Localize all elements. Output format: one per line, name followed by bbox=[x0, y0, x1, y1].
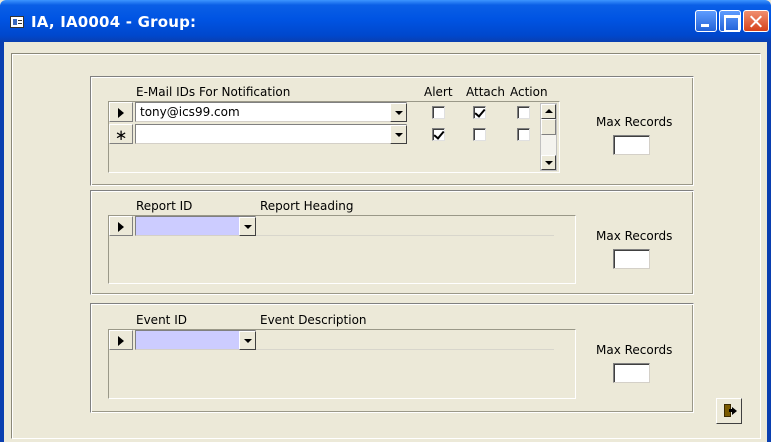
report-record-selector[interactable] bbox=[109, 216, 133, 236]
event-id-dropdown-button[interactable] bbox=[239, 331, 256, 350]
report-id-dropdown-button[interactable] bbox=[239, 217, 256, 236]
event-id-header: Event ID bbox=[136, 313, 187, 327]
exit-button[interactable] bbox=[716, 398, 742, 424]
record-selector-current[interactable] bbox=[109, 102, 133, 122]
minimize-button[interactable] bbox=[695, 10, 717, 32]
report-current-record-arrow-icon bbox=[118, 222, 124, 232]
email-value: tony@ics99.com bbox=[140, 105, 240, 119]
window-frame-right bbox=[767, 42, 771, 442]
action-header: Action bbox=[510, 85, 548, 99]
alert-checkbox-row1[interactable] bbox=[432, 106, 445, 119]
event-description-header: Event Description bbox=[260, 313, 367, 327]
alert-checkbox-row2[interactable] bbox=[432, 128, 445, 141]
record-selector-new[interactable]: ∗ bbox=[109, 124, 133, 144]
email-dropdown-button[interactable] bbox=[390, 103, 407, 122]
report-row-line bbox=[256, 235, 554, 236]
form-icon[interactable] bbox=[10, 16, 24, 28]
window-frame-left bbox=[0, 42, 4, 442]
attach-checkbox-row1[interactable] bbox=[473, 106, 486, 119]
event-current-record-arrow-icon bbox=[118, 336, 124, 346]
event-record-selector[interactable] bbox=[109, 330, 133, 350]
email-new-dropdown-button[interactable] bbox=[390, 125, 407, 144]
event-max-records-label: Max Records bbox=[596, 343, 673, 357]
scroll-up-button[interactable] bbox=[541, 104, 556, 119]
current-record-arrow-icon bbox=[118, 108, 124, 118]
report-id-field[interactable] bbox=[135, 216, 256, 236]
action-checkbox-row1[interactable] bbox=[517, 106, 530, 119]
maximize-button[interactable] bbox=[719, 10, 741, 32]
report-heading-header: Report Heading bbox=[260, 199, 354, 213]
alert-header: Alert bbox=[424, 85, 453, 99]
scroll-down-button[interactable] bbox=[541, 155, 556, 170]
report-max-records-label: Max Records bbox=[596, 229, 673, 243]
attach-checkbox-row2[interactable] bbox=[473, 128, 486, 141]
action-checkbox-row2[interactable] bbox=[517, 128, 530, 141]
attach-header: Attach bbox=[466, 85, 505, 99]
email-scrollbar[interactable] bbox=[540, 103, 557, 171]
close-button[interactable] bbox=[743, 10, 769, 32]
scroll-thumb[interactable] bbox=[541, 119, 556, 135]
window-title: IA, IA0004 - Group: bbox=[31, 13, 197, 31]
title-bar[interactable]: IA, IA0004 - Group: bbox=[0, 0, 771, 42]
new-record-star-icon: ∗ bbox=[114, 126, 128, 144]
event-max-records-input[interactable] bbox=[613, 363, 650, 383]
email-field-new[interactable] bbox=[135, 124, 407, 144]
report-max-records-input[interactable] bbox=[613, 249, 650, 269]
event-row-line bbox=[256, 349, 554, 350]
report-id-header: Report ID bbox=[136, 199, 193, 213]
event-id-field[interactable] bbox=[135, 330, 256, 350]
email-ids-header: E-Mail IDs For Notification bbox=[136, 85, 291, 99]
main-window: IA, IA0004 - Group: E-Mail IDs For Notif… bbox=[0, 0, 771, 442]
email-field[interactable]: tony@ics99.com bbox=[135, 102, 407, 122]
email-max-records-input[interactable] bbox=[613, 135, 650, 155]
email-max-records-label: Max Records bbox=[596, 115, 673, 129]
